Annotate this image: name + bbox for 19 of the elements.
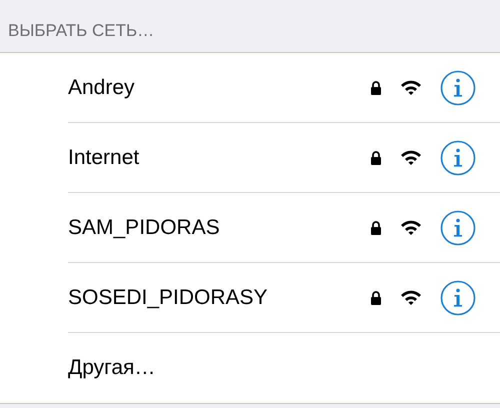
wifi-icon	[400, 149, 422, 166]
network-row[interactable]: SOSEDI_PIDORASY	[0, 263, 500, 333]
network-row[interactable]: Internet	[0, 123, 500, 193]
network-name: Internet	[68, 144, 140, 171]
info-icon[interactable]	[440, 70, 476, 106]
network-name: SOSEDI_PIDORASY	[68, 284, 269, 311]
wifi-icon	[400, 79, 422, 96]
info-icon[interactable]	[440, 210, 476, 246]
network-row[interactable]: SAM_PIDORAS	[0, 193, 500, 263]
network-name: Другая…	[68, 355, 156, 382]
wifi-icon	[400, 219, 422, 236]
section-header: ВЫБРАТЬ СЕТЬ…	[8, 20, 154, 42]
info-icon[interactable]	[440, 140, 476, 176]
info-icon[interactable]	[440, 280, 476, 316]
network-row[interactable]: Andrey	[0, 53, 500, 123]
network-row[interactable]: Другая…	[0, 333, 500, 403]
wifi-icon	[400, 289, 422, 306]
network-name: SAM_PIDORAS	[68, 214, 221, 241]
network-name: Andrey	[68, 74, 136, 101]
